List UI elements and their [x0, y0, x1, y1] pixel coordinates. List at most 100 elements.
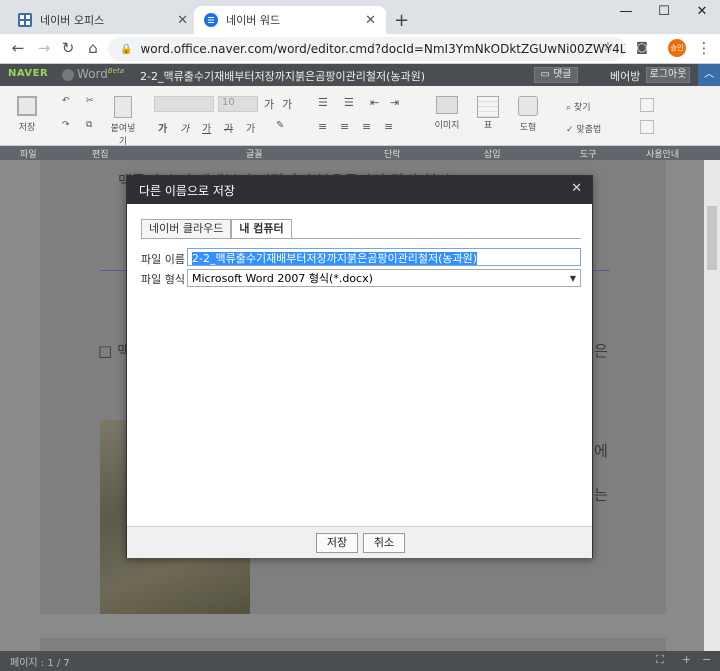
dialog-header: 다른 이름으로 저장 ✕	[127, 176, 592, 204]
file-type-value: Microsoft Word 2007 형식(*.docx)	[192, 272, 373, 285]
indent-icon[interactable]: ⇥	[390, 96, 399, 109]
table-icon	[477, 96, 499, 118]
copy-icon[interactable]: ⧉	[86, 120, 92, 130]
font-size-select[interactable]: 10	[218, 96, 258, 112]
tab-naver-cloud[interactable]: 네이버 클라우드	[141, 219, 232, 239]
zoom-out-icon[interactable]: −	[702, 653, 711, 666]
forward-icon[interactable]: →	[34, 39, 54, 57]
maximize-icon[interactable]: ☐	[652, 4, 676, 19]
vertical-scrollbar[interactable]	[704, 160, 720, 651]
naver-word-header: NAVER WordBeta 2-2_맥류출수기재배부터저장까지붉은곰팡이관리철…	[0, 64, 720, 86]
comments-button[interactable]: ▭ 댓글	[534, 67, 578, 83]
scrollbar-thumb[interactable]	[707, 206, 717, 270]
tabs-divider	[141, 238, 581, 239]
close-tab-icon[interactable]: ✕	[177, 13, 188, 28]
tab-naver-word[interactable]: 네이버 워드 ✕	[194, 6, 386, 34]
profile-avatar[interactable]: 승인	[668, 39, 686, 57]
zoom-in-icon[interactable]: +	[682, 653, 691, 666]
word-logo: WordBeta	[62, 67, 124, 81]
number-list-icon[interactable]: ☰	[344, 96, 354, 109]
reload-icon[interactable]: ↻	[58, 39, 78, 57]
minimize-icon[interactable]: —	[614, 4, 638, 19]
align-right-icon[interactable]: ≡	[362, 120, 371, 133]
fit-page-icon[interactable]: ⛶	[656, 653, 664, 667]
dialog-tabs: 네이버 클라우드 내 컴퓨터	[141, 219, 292, 239]
highlight-icon[interactable]: ✎	[276, 120, 284, 131]
url-field[interactable]: 🔒 word.office.naver.com/word/editor.cmd?…	[108, 37, 626, 61]
file-name-input[interactable]: 2-2_맥류출수기재배부터저장까지붉은곰팡이관리철저(농과원)	[187, 248, 581, 266]
logout-button[interactable]: 로그아웃	[646, 67, 690, 83]
dialog-footer: 저장 취소	[127, 526, 592, 558]
bullet-list-icon[interactable]: ☰	[318, 96, 328, 109]
help-icon[interactable]	[640, 98, 654, 112]
info-icon[interactable]	[640, 120, 654, 134]
group-insert: 삽입	[484, 150, 501, 160]
naver-logo: NAVER	[8, 68, 49, 79]
redo-icon[interactable]: ↷	[62, 120, 70, 130]
spellcheck-icon: ✓	[566, 125, 574, 135]
group-help[interactable]: 사용안내	[646, 147, 679, 160]
underline-button[interactable]: 가	[202, 120, 211, 135]
save-as-dialog: 다른 이름으로 저장 ✕ 네이버 클라우드 내 컴퓨터 파일 이름 2-2_맥류…	[126, 175, 593, 558]
dialog-close-icon[interactable]: ✕	[571, 181, 582, 196]
back-icon[interactable]: ←	[8, 39, 28, 57]
close-window-icon[interactable]: ✕	[690, 4, 714, 19]
home-icon[interactable]: ⌂	[83, 39, 103, 57]
find-icon: ⌕	[566, 103, 572, 113]
paste-button[interactable]: 붙여넣기	[108, 96, 138, 147]
dialog-title: 다른 이름으로 저장	[139, 184, 235, 198]
save-ribbon-button[interactable]: 저장	[14, 96, 40, 133]
bookmark-star-icon[interactable]: ☆	[598, 40, 618, 55]
grow-font-icon[interactable]: 가	[264, 96, 274, 112]
save-ribbon-label: 저장	[18, 123, 36, 133]
find-button[interactable]: ⌕ 찾기	[566, 100, 590, 113]
spellcheck-label: 맞춤법	[576, 125, 602, 135]
comment-icon: ▭	[540, 69, 554, 80]
spellcheck-button[interactable]: ✓ 맞춤법	[566, 122, 601, 135]
italic-button[interactable]: 가	[180, 120, 189, 135]
dropdown-arrow-icon: ▼	[569, 273, 576, 283]
browser-tabstrip: 네이버 오피스 ✕ 네이버 워드 ✕ + — ☐ ✕	[0, 0, 720, 34]
cut-icon[interactable]: ✂	[86, 96, 94, 106]
clipboard-icon	[114, 96, 132, 118]
insert-table-button[interactable]: 표	[476, 96, 500, 131]
file-type-select[interactable]: Microsoft Word 2007 형식(*.docx) ▼	[187, 269, 581, 287]
close-tab-icon[interactable]: ✕	[365, 13, 376, 28]
file-name-label: 파일 이름	[141, 253, 185, 266]
shape-icon	[518, 96, 538, 116]
cancel-button[interactable]: 취소	[363, 533, 405, 553]
tab-my-computer[interactable]: 내 컴퓨터	[231, 219, 292, 239]
insert-shape-button[interactable]: 도형	[516, 96, 540, 133]
tab-naver-office[interactable]: 네이버 오피스 ✕	[8, 6, 198, 34]
shrink-font-icon[interactable]: 가	[282, 96, 292, 112]
document-title[interactable]: 2-2_맥류출수기재배부터저장까지붉은곰팡이관리철저(농과원)	[140, 68, 425, 84]
save-button[interactable]: 저장	[316, 533, 358, 553]
office-favicon-icon	[18, 13, 32, 27]
strike-button[interactable]: 가	[224, 120, 233, 135]
insert-image-button[interactable]: 이미지	[432, 96, 462, 131]
collapse-ribbon-icon[interactable]: ︿	[698, 64, 720, 86]
outdent-icon[interactable]: ⇤	[370, 96, 379, 109]
floppy-icon	[17, 96, 37, 116]
menu-kebab-icon[interactable]: ⋮	[694, 39, 714, 57]
ribbon-group-labels: 파일 편집 글꼴 단락 삽입 도구 사용안내	[0, 146, 720, 160]
align-center-icon[interactable]: ≡	[340, 120, 349, 133]
tab-title: 네이버 워드	[226, 14, 281, 27]
font-family-select[interactable]	[154, 96, 214, 112]
undo-icon[interactable]: ↶	[62, 96, 70, 106]
shape-label: 도형	[519, 123, 537, 133]
group-file: 파일	[20, 150, 37, 160]
camera-icon[interactable]: ◙	[632, 40, 652, 54]
new-tab-icon[interactable]: +	[394, 10, 409, 31]
group-tools: 도구	[580, 150, 597, 160]
doc-text-fragment: 은	[594, 342, 608, 360]
beta-tag: Beta	[107, 67, 124, 75]
bold-button[interactable]: 가	[158, 120, 167, 135]
font-color-button[interactable]: 가	[246, 120, 255, 135]
align-left-icon[interactable]: ≡	[318, 120, 327, 133]
word-favicon-icon	[204, 13, 218, 27]
lock-icon: 🔒	[120, 43, 133, 55]
comments-label: 댓글	[553, 69, 572, 80]
table-label: 표	[483, 121, 493, 131]
align-justify-icon[interactable]: ≡	[384, 120, 393, 133]
